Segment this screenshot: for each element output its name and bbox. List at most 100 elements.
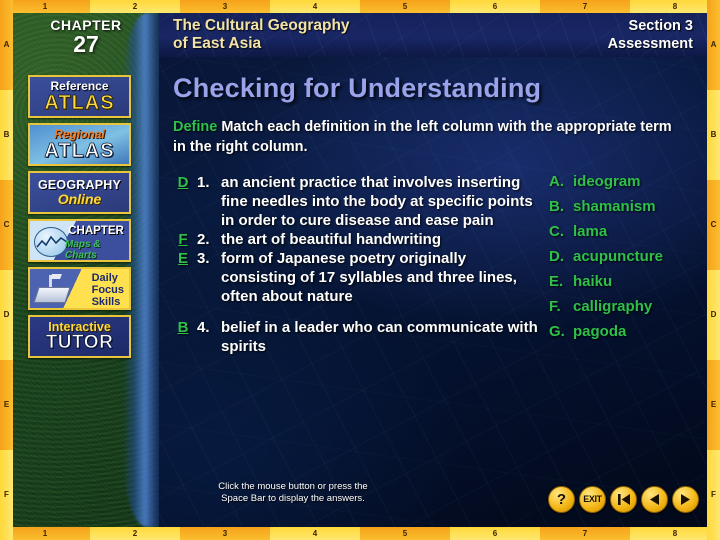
- help-button[interactable]: ?: [548, 486, 575, 513]
- book-title-line2: of East Asia: [173, 35, 262, 52]
- definition-number: 3.: [197, 250, 210, 267]
- instruction-text: Define Match each definition in the left …: [173, 117, 683, 157]
- section-label: Section 3 Assessment: [608, 17, 693, 53]
- geography-online-label-top: GEOGRAPHY: [37, 178, 122, 193]
- main-content: Checking for Understanding Define Match e…: [159, 57, 707, 527]
- term-letter: A.: [549, 173, 564, 190]
- ruler-top: 12345678: [0, 0, 720, 13]
- ruler-right: ABCDEF: [707, 0, 720, 540]
- definition-text: belief in a leader who can communicate w…: [221, 319, 538, 355]
- definition-text: an ancient practice that involves insert…: [221, 174, 533, 229]
- definition-answer-letter: B: [177, 319, 189, 336]
- regional-atlas-label-main: ATLAS: [44, 140, 115, 162]
- terms-column: A. ideogram B. shamanism C. lama D. acup…: [549, 173, 707, 348]
- definition-row: B 4. belief in a leader who can communic…: [173, 318, 543, 356]
- ruler-tick: F: [0, 450, 13, 540]
- sidebar-item-reference-atlas[interactable]: Reference ATLAS: [28, 75, 131, 118]
- term-text: lama: [573, 223, 608, 240]
- title-banner: The Cultural Geography of East Asia Sect…: [159, 13, 707, 57]
- term-row: B. shamanism: [549, 198, 707, 216]
- first-slide-button[interactable]: [610, 486, 637, 513]
- ruler-tick: B: [707, 90, 720, 180]
- term-row: E. haiku: [549, 273, 707, 291]
- reference-atlas-label-main: ATLAS: [44, 92, 115, 114]
- ruler-tick: B: [0, 90, 13, 180]
- term-letter: B.: [549, 198, 564, 215]
- definition-answer-letter: D: [177, 174, 189, 191]
- navigation-bar: ? EXIT: [548, 486, 699, 513]
- term-row: A. ideogram: [549, 173, 707, 191]
- book-title: The Cultural Geography of East Asia: [173, 17, 350, 53]
- definitions-column: D 1. an ancient practice that involves i…: [173, 173, 543, 356]
- term-letter: E.: [549, 273, 564, 290]
- interactive-tutor-label-main: TUTOR: [45, 332, 114, 354]
- sidebar-item-regional-atlas[interactable]: Regional ATLAS: [28, 123, 131, 166]
- sidebar-item-geography-online[interactable]: GEOGRAPHY Online: [28, 171, 131, 214]
- ruler-tick: 1: [0, 0, 90, 13]
- term-text: pagoda: [573, 323, 627, 340]
- ruler-tick: 7: [540, 527, 630, 540]
- term-row: G. pagoda: [549, 323, 707, 341]
- ruler-tick: 6: [450, 0, 540, 13]
- slide-canvas: The Cultural Geography of East Asia Sect…: [0, 0, 720, 540]
- slide-stage: The Cultural Geography of East Asia Sect…: [13, 13, 707, 527]
- ruler-tick: D: [0, 270, 13, 360]
- chevron-right-icon: [681, 494, 690, 505]
- ruler-tick: 7: [540, 0, 630, 13]
- skip-back-icon: [617, 494, 630, 505]
- page-title: Checking for Understanding: [173, 73, 542, 103]
- daily-focus-label-2: Focus: [91, 284, 124, 296]
- section-line2: Assessment: [607, 36, 693, 52]
- term-letter: F.: [549, 298, 561, 315]
- ruler-tick: 3: [180, 527, 270, 540]
- ruler-tick: E: [707, 360, 720, 450]
- book-title-line1: The Cultural Geography: [173, 17, 350, 34]
- ruler-tick: C: [707, 180, 720, 270]
- instruction-body: Match each definition in the left column…: [173, 119, 672, 155]
- term-text: shamanism: [573, 198, 656, 215]
- term-row: D. acupuncture: [549, 248, 707, 266]
- ruler-tick: D: [707, 270, 720, 360]
- projector-base-icon: [33, 287, 71, 303]
- next-slide-button[interactable]: [672, 486, 699, 513]
- ruler-tick: 4: [270, 0, 360, 13]
- daily-focus-label-1: Daily: [91, 272, 118, 284]
- definition-number: 4.: [197, 319, 210, 336]
- geography-online-label-main: Online: [57, 190, 102, 207]
- ruler-tick: 6: [450, 527, 540, 540]
- term-letter: C.: [549, 223, 564, 240]
- sidebar-item-daily-focus-skills[interactable]: Daily Focus Skills: [28, 267, 131, 310]
- ruler-tick: 4: [270, 527, 360, 540]
- sidebar-item-interactive-tutor[interactable]: Interactive TUTOR: [28, 315, 131, 358]
- footer-hint-line1: Click the mouse button or press the: [218, 481, 368, 492]
- previous-slide-button[interactable]: [641, 486, 668, 513]
- section-line1: Section 3: [628, 18, 693, 34]
- ruler-left: ABCDEF: [0, 0, 13, 540]
- definition-number: 1.: [197, 174, 210, 191]
- chapter-maps-label-main: Maps & Charts: [65, 239, 101, 261]
- definition-answer-letter: F: [178, 231, 188, 248]
- definition-number: 2.: [197, 231, 210, 248]
- ruler-tick: 5: [360, 0, 450, 13]
- ruler-tick: 2: [90, 0, 180, 13]
- definition-row: F 2. the art of beautiful handwriting: [173, 230, 543, 249]
- chapter-maps-label-top: CHAPTER: [68, 225, 124, 237]
- exit-icon: EXIT: [583, 494, 602, 504]
- ruler-tick: 2: [90, 527, 180, 540]
- term-text: haiku: [573, 273, 613, 290]
- regional-atlas-label-top: Regional: [54, 127, 105, 141]
- term-letter: G.: [549, 323, 565, 340]
- ruler-tick: 1: [0, 527, 90, 540]
- exit-button[interactable]: EXIT: [579, 486, 606, 513]
- chapter-number: 27: [73, 31, 99, 57]
- sidebar-item-chapter-maps-charts[interactable]: CHAPTER Maps & Charts: [28, 219, 131, 262]
- instruction-lead: Define: [173, 119, 218, 135]
- ruler-bottom: 12345678: [0, 527, 720, 540]
- chevron-left-icon: [650, 494, 659, 505]
- definition-text: form of Japanese poetry originally consi…: [221, 250, 517, 305]
- definition-row: E 3. form of Japanese poetry originally …: [173, 249, 543, 306]
- definition-row: D 1. an ancient practice that involves i…: [173, 173, 543, 230]
- reference-atlas-label-top: Reference: [50, 79, 109, 93]
- chart-line-icon: [36, 235, 68, 248]
- term-text: acupuncture: [573, 248, 664, 265]
